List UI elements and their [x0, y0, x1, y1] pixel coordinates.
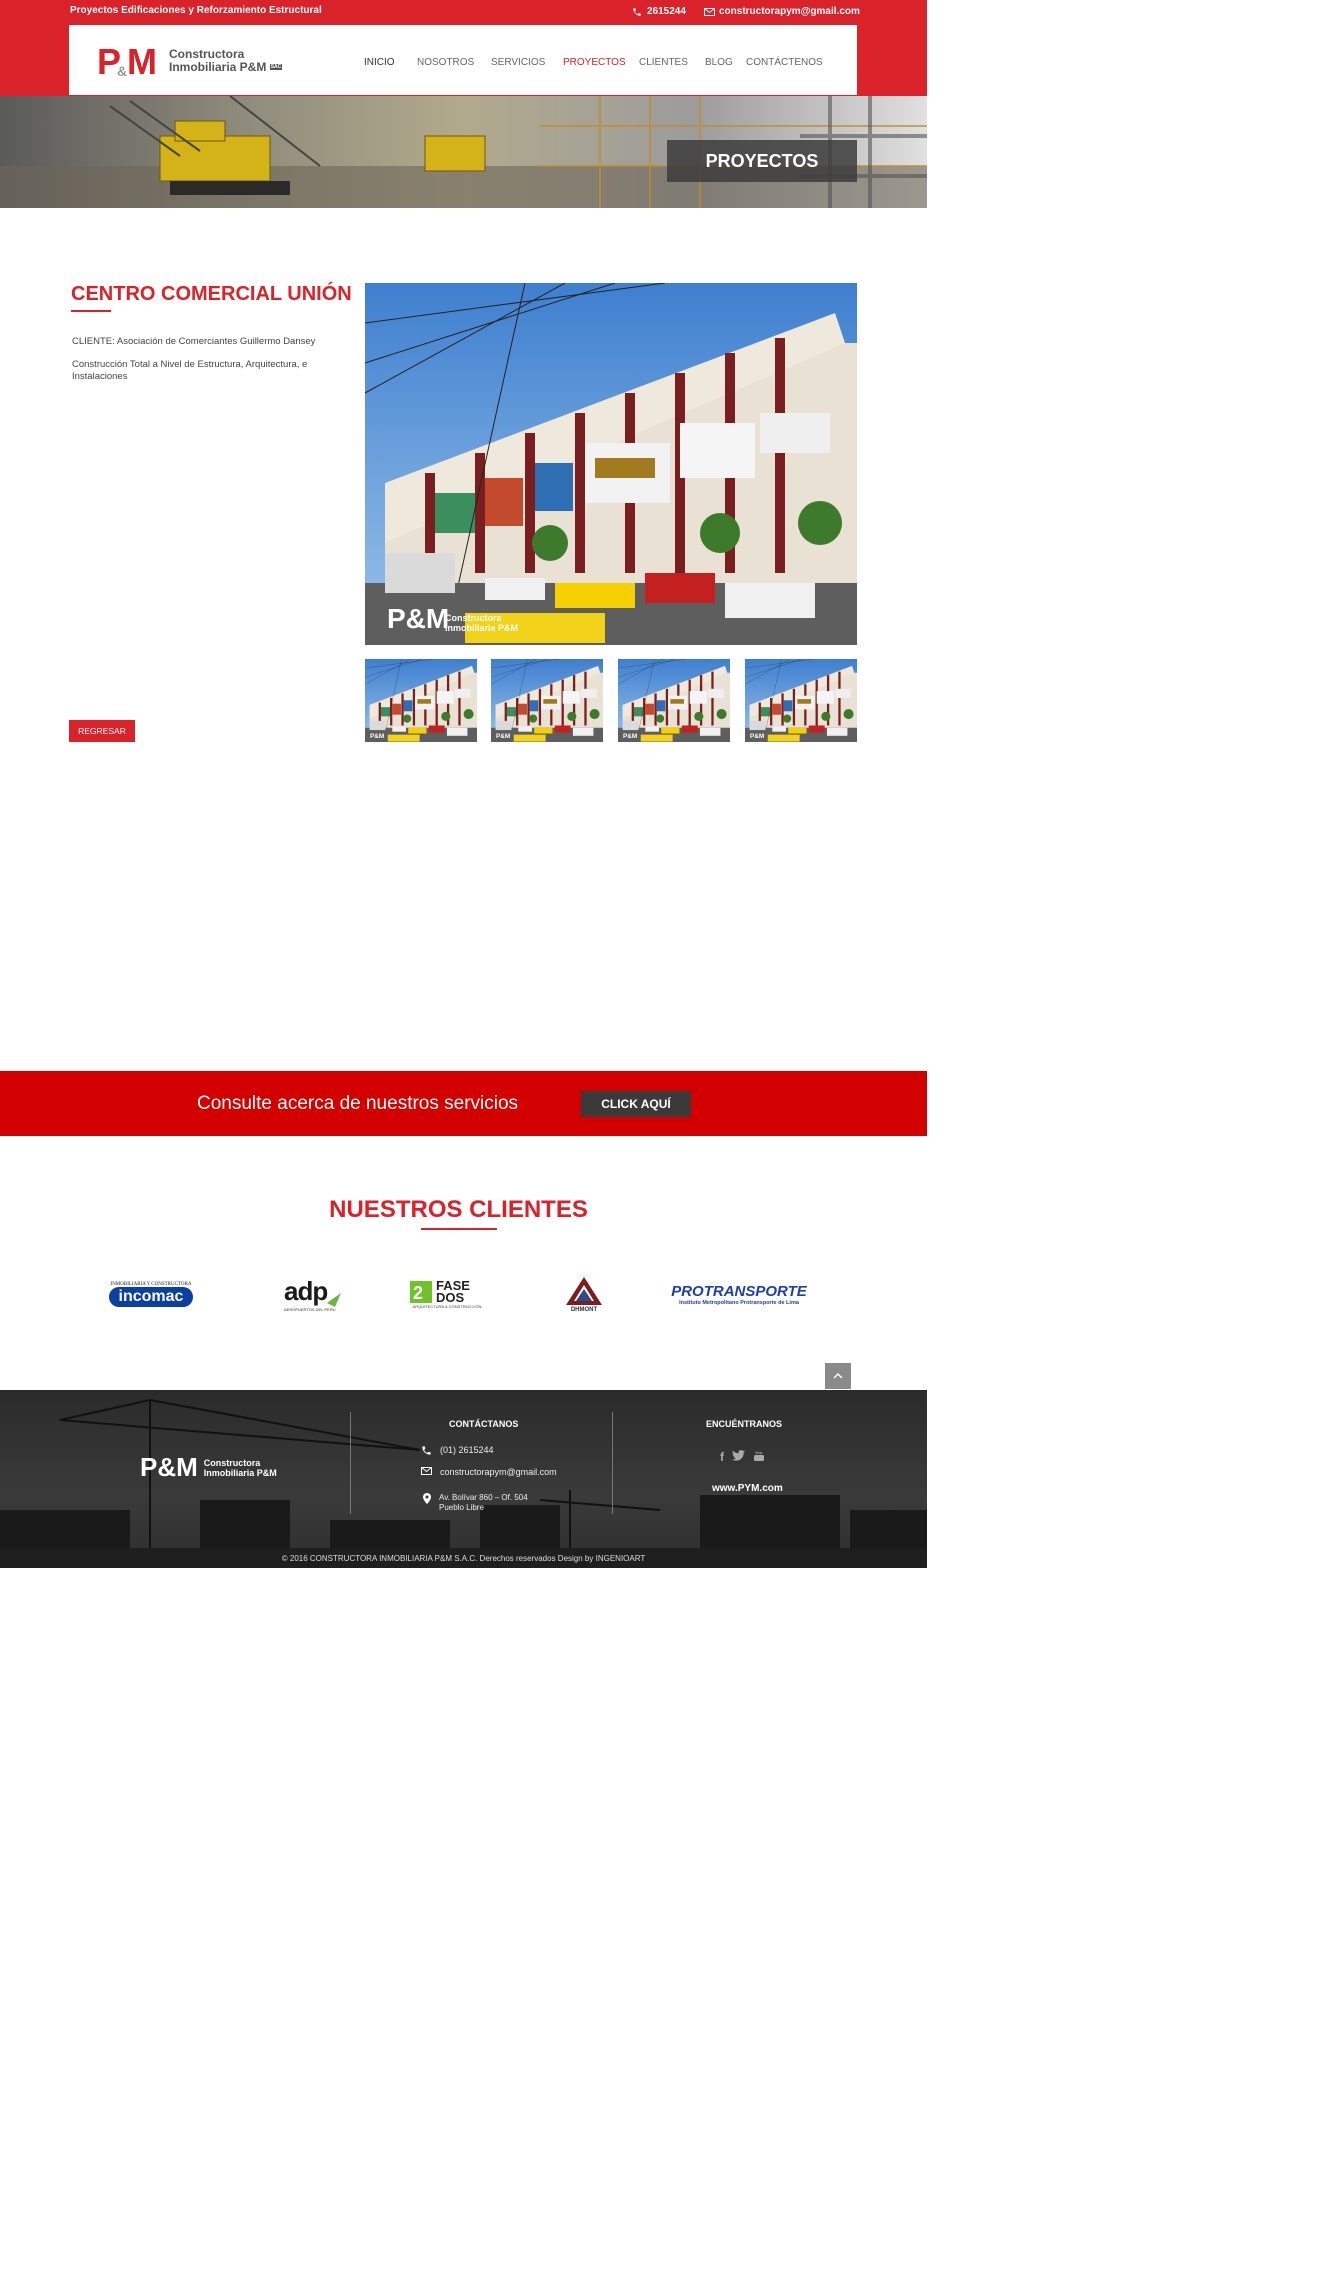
- footer-phone[interactable]: (01) 2615244: [421, 1445, 494, 1456]
- logo-text: Constructora Inmobiliaria P&M SAC: [169, 47, 283, 74]
- dhmont-name: DHMONT: [570, 1307, 598, 1313]
- footer-address: Av. Bolívar 860 – Of. 504 Pueblo Libre: [423, 1493, 528, 1513]
- facebook-icon[interactable]: f: [720, 1450, 724, 1464]
- client-logo-protransporte[interactable]: PROTRANSPORTE Instituto Metropolitano Pr…: [660, 1268, 818, 1320]
- fasedos-mark-icon: 2: [410, 1280, 432, 1303]
- mail-icon: [704, 7, 715, 16]
- svg-text:&: &: [117, 63, 127, 79]
- adp-arrow-icon: [327, 1293, 342, 1307]
- thumbnail-photo: P&M: [618, 659, 730, 742]
- youtube-icon[interactable]: You: [753, 1450, 765, 1462]
- social-icons: f You: [720, 1450, 765, 1464]
- footer-logo-mark: P&M: [140, 1452, 198, 1482]
- nav-servicios[interactable]: SERVICIOS: [491, 57, 563, 68]
- main-menu: INICIO NOSOTROS SERVICIOS PROYECTOS CLIE…: [364, 57, 823, 68]
- cta-band: Consulte acerca de nuestros servicios CL…: [0, 1071, 927, 1136]
- adp-name: adp: [284, 1276, 342, 1307]
- nav-clientes[interactable]: CLIENTES: [639, 57, 705, 68]
- footer-logo-text: Constructora Inmobiliaria P&M: [203, 1457, 277, 1478]
- footer-copyright: © 2016 CONSTRUCTORA INMOBILIARIA P&M S.A…: [0, 1548, 927, 1568]
- incomac-top: INMOBILIARIA Y CONSTRUCTORA: [110, 1281, 192, 1287]
- project-main-image[interactable]: P&M Constructora Inmobiliaria P&M: [365, 283, 857, 645]
- adp-sub: AEROPUERTOS DEL PERU: [284, 1307, 336, 1312]
- incomac-name: incomac: [108, 1286, 194, 1307]
- banner-title: PROYECTOS: [667, 140, 857, 182]
- title-underline: [71, 310, 111, 312]
- svg-text:P&M: P&M: [623, 733, 637, 740]
- svg-text:P&M: P&M: [496, 733, 510, 740]
- thumbnail-2[interactable]: P&M: [491, 659, 603, 742]
- nav-inicio[interactable]: INICIO: [364, 57, 417, 68]
- footer-site[interactable]: www.PYM.com: [712, 1483, 783, 1494]
- tagline: Proyectos Edificaciones y Reforzamiento …: [70, 5, 322, 16]
- client-logo-dhmont[interactable]: DHMONT: [562, 1268, 606, 1320]
- svg-text:P&M: P&M: [750, 733, 764, 740]
- clients-underline: [421, 1228, 497, 1230]
- top-bar: Proyectos Edificaciones y Reforzamiento …: [0, 0, 927, 96]
- protransporte-name: PROTRANSPORTE: [671, 1282, 807, 1300]
- location-pin-icon: [423, 1493, 431, 1504]
- fasedos-sub: ARQUITECTURA & CONSTRUCCIÓN: [412, 1303, 482, 1309]
- brand-logo[interactable]: P & M Constructora Inmobiliaria P&M SAC: [97, 41, 297, 82]
- twitter-icon[interactable]: [732, 1450, 745, 1461]
- image-watermark: Constructora Inmobiliaria P&M: [445, 613, 519, 633]
- nav-blog[interactable]: BLOG: [705, 57, 746, 68]
- svg-text:P&M: P&M: [370, 733, 384, 740]
- cta-text: Consulte acerca de nuestros servicios: [197, 1093, 519, 1114]
- svg-text:2: 2: [413, 1283, 423, 1303]
- logo-line2: Inmobiliaria P&M SAC: [169, 59, 283, 74]
- thumbnail-photo: P&M: [745, 659, 857, 742]
- client-logo-fasedos[interactable]: 2 FASE DOS ARQUITECTURA & CONSTRUCCIÓN: [404, 1268, 490, 1320]
- nav-nosotros[interactable]: NOSOTROS: [417, 57, 491, 68]
- footer-divider-1: [350, 1412, 351, 1514]
- footer-email[interactable]: constructorapym@gmail.com: [421, 1467, 557, 1477]
- svg-text:P&M: P&M: [387, 603, 449, 634]
- svg-text:You: You: [755, 1450, 763, 1455]
- footer: P&M Constructora Inmobiliaria P&M CONTÁC…: [0, 1390, 927, 1568]
- top-email[interactable]: constructorapym@gmail.com: [704, 6, 860, 17]
- top-email-text: constructorapym@gmail.com: [719, 6, 860, 17]
- top-phone[interactable]: 2615244: [632, 6, 686, 17]
- client-logo-incomac[interactable]: INMOBILIARIA Y CONSTRUCTORA incomac: [96, 1268, 206, 1320]
- footer-contact-title: CONTÁCTANOS: [449, 1419, 519, 1429]
- footer-logo[interactable]: P&M Constructora Inmobiliaria P&M: [140, 1452, 277, 1483]
- clients-title: NUESTROS CLIENTES: [329, 1196, 588, 1223]
- top-phone-text: 2615244: [647, 6, 686, 17]
- thumbnail-photo: P&M: [491, 659, 603, 742]
- footer-social-title: ENCUÉNTRANOS: [706, 1419, 783, 1429]
- thumbnail-1[interactable]: P&M: [365, 659, 477, 742]
- page-banner: PROYECTOS: [0, 96, 927, 208]
- thumbnail-3[interactable]: P&M: [618, 659, 730, 742]
- building-photo: P&M: [365, 283, 857, 645]
- thumbnail-photo: P&M: [365, 659, 477, 742]
- footer-divider-2: [612, 1412, 613, 1514]
- back-button[interactable]: REGRESAR: [69, 720, 135, 742]
- phone-icon: [633, 7, 641, 16]
- dhmont-mark-icon: [566, 1277, 602, 1305]
- phone-icon: [422, 1446, 431, 1455]
- chevron-up-icon: [833, 1373, 843, 1379]
- client-logo-adp[interactable]: adp AEROPUERTOS DEL PERU: [284, 1268, 356, 1320]
- project-title: CENTRO COMERCIAL UNIÓN: [71, 283, 352, 305]
- scroll-top-button[interactable]: [825, 1363, 851, 1389]
- protransporte-sub: Instituto Metropolitano Protransporte de…: [679, 1299, 799, 1306]
- nav-contactenos[interactable]: CONTÁCTENOS: [746, 57, 823, 68]
- header-nav: P & M Constructora Inmobiliaria P&M SAC …: [69, 25, 857, 95]
- project-client: CLIENTE: Asociación de Comerciantes Guil…: [72, 336, 316, 347]
- fasedos-row: 2 FASE DOS: [410, 1279, 484, 1304]
- cta-button[interactable]: CLICK AQUÍ: [581, 1091, 691, 1117]
- svg-text:M: M: [127, 42, 157, 80]
- mail-icon: [421, 1467, 432, 1475]
- thumbnail-4[interactable]: P&M: [745, 659, 857, 742]
- project-description: Construcción Total a Nivel de Estructura…: [72, 359, 308, 382]
- logo-mark: P & M: [97, 41, 161, 82]
- nav-proyectos[interactable]: PROYECTOS: [563, 57, 639, 68]
